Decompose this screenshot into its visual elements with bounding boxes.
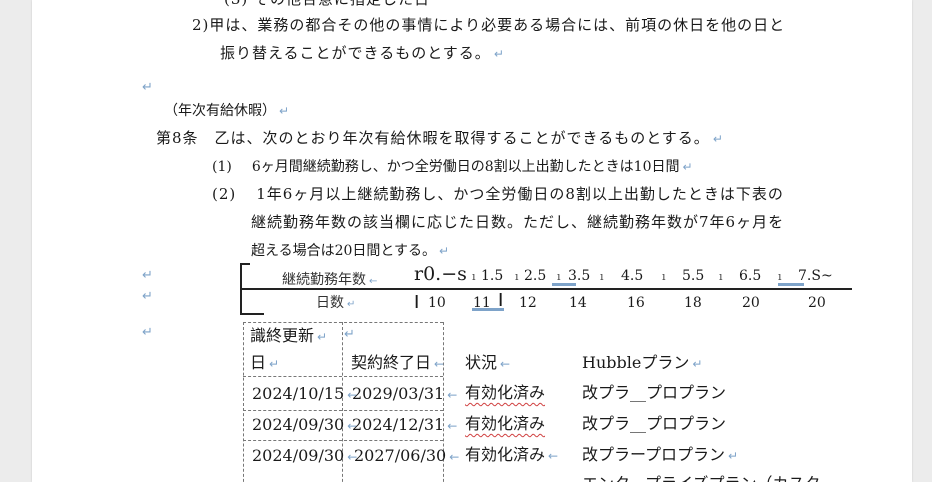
item-1-text: 6ヶ月間継続勤務し、かつ全労働日の8割以上出勤したときは10日間 xyxy=(251,159,680,175)
paragraph-mark-icon: ↵ xyxy=(344,327,355,342)
table-cell-plan-partial: エンタープライズプラン（カスタ← xyxy=(582,470,834,482)
table-cell-plan: 改プラ__プロプラン xyxy=(582,414,727,433)
paragraph-mark-icon: ↵ xyxy=(493,47,505,61)
years-cell: 4.5 xyxy=(621,268,644,284)
paragraph-mark-icon: ↵ xyxy=(142,325,153,340)
paragraph-mark-icon: ↵ xyxy=(142,80,153,95)
highlight-mark xyxy=(778,283,804,286)
table-cell-plan: 改プラ__プロプラン xyxy=(582,383,727,402)
item-2-line-3: 超える場合は20日間とする。 ↵ xyxy=(251,243,450,259)
grid-line xyxy=(243,376,443,377)
header-renewal-date-line2: 日 ↵ xyxy=(250,353,280,372)
section-heading: （年次有給休暇） ↵ xyxy=(164,103,290,119)
days-cell: 20 xyxy=(808,295,826,311)
scan-bar: ǀ xyxy=(498,290,504,311)
paragraph-mark-icon: ↵ xyxy=(142,268,153,283)
table-cell-plan: 改プラープロプラン ↵ xyxy=(582,445,739,464)
article-text: 乙は、次のとおり年次有給休暇を取得することができるものとする。 xyxy=(214,129,710,147)
paragraph-mark-icon: ↵ xyxy=(682,160,693,174)
tab-mark-icon: ← xyxy=(434,357,445,371)
scan-tick: ı xyxy=(600,270,604,283)
days-cell: 18 xyxy=(684,295,702,311)
days-cell: 12 xyxy=(519,295,537,311)
partial-line: (3) その他合意に指定した日 xyxy=(224,0,430,9)
days-cell: 16 xyxy=(627,295,645,311)
grid-line xyxy=(243,410,443,411)
paragraph-mark-icon: ↵ xyxy=(438,244,450,258)
item-1: (1) 6ヶ月間継続勤務し、かつ全労働日の8割以上出勤したときは10日間 ↵ xyxy=(212,156,693,176)
paragraph-mark-icon: ↵ xyxy=(269,357,280,371)
tab-mark-icon: ← xyxy=(449,450,460,464)
years-cell: 7.S~ xyxy=(798,268,833,284)
years-cell: 5.5 xyxy=(682,268,705,284)
table-cell-status: 有効化済み xyxy=(465,383,546,402)
header-end-date: 契約終了日 ← xyxy=(351,353,445,372)
years-cell: 2.5 xyxy=(524,268,547,284)
article-8: 第8条 乙は、次のとおり年次有給休暇を取得することができるものとする。 ↵ xyxy=(156,127,724,148)
table-corner xyxy=(240,313,264,315)
item-1-number: (1) xyxy=(212,159,232,175)
header-renewal-date: 識終更新 ↵ xyxy=(250,326,328,345)
years-cell: 1.5 xyxy=(481,268,504,284)
grid-line xyxy=(243,322,244,482)
paragraph-mark-icon: ↵ xyxy=(317,330,328,344)
table-corner xyxy=(240,263,250,265)
table-row: 2024/09/30 ← xyxy=(252,446,358,465)
table-cell-status: 有効化済み ← xyxy=(465,445,559,464)
days-cell: 20 xyxy=(742,295,760,311)
header-status: 状況 ← xyxy=(465,353,511,372)
table-row: 2024/10/15 ← xyxy=(252,384,358,403)
tab-mark-icon: ← xyxy=(447,388,458,402)
tab-mark-icon: ← xyxy=(500,357,511,371)
header-plan: Hubbleプラン ↵ xyxy=(582,353,703,372)
item-2-number: (2) xyxy=(212,185,237,203)
table-cell-end: 2027/06/30 ← xyxy=(354,446,460,465)
item-2-line-2: 継続勤務年数の該当欄に応じた日数。ただし、継続勤務年数が7年6ヶ月を xyxy=(251,213,785,231)
table-cell-end: 2024/12/31 ← xyxy=(352,415,458,434)
paragraph-mark-icon: ↵ xyxy=(279,104,290,118)
item-2-line-1: 1年6ヶ月以上継続勤務し、かつ全労働日の8割以上出勤したときは下表の xyxy=(256,185,784,203)
paragraph-2-continued: 振り替えることができるものとする。 ↵ xyxy=(220,44,505,62)
scan-tick: ı xyxy=(557,270,561,283)
tab-mark-icon: ← xyxy=(548,449,559,463)
item-2: (2) 1年6ヶ月以上継続勤務し、かつ全労働日の8割以上出勤したときは下表の xyxy=(212,183,784,204)
tab-mark-icon: ← xyxy=(369,276,378,287)
scan-bar: ǀ xyxy=(414,292,420,313)
scan-tick: ı xyxy=(778,270,782,283)
tab-mark-icon: ← xyxy=(447,419,458,433)
article-label: 第8条 xyxy=(156,129,199,147)
days-cell: 14 xyxy=(569,295,587,311)
years-cell: r0.−s xyxy=(414,263,467,285)
paragraph-mark-icon: ↵ xyxy=(728,449,739,463)
paragraph-mark-icon: ↵ xyxy=(347,299,356,310)
paragraph-mark-icon: ↵ xyxy=(142,289,153,304)
highlight-mark xyxy=(552,283,576,286)
row-label-days: 日数 ↵ xyxy=(316,295,356,311)
years-cell: 6.5 xyxy=(739,268,762,284)
table-row: 2024/09/30 ← xyxy=(252,415,358,434)
row-label-years: 継続勤務年数 ← xyxy=(282,272,378,288)
paragraph-mark-icon: ↵ xyxy=(692,357,703,371)
years-cell: 3.5 xyxy=(568,268,591,284)
table-cell-status: 有効化済み xyxy=(465,414,546,433)
paragraph-mark-icon: ↵ xyxy=(712,132,724,146)
days-cell: 10 xyxy=(428,295,446,311)
document-page[interactable]: (3) その他合意に指定した日 2)甲は、業務の都合その他の事情により必要ある場… xyxy=(32,0,912,482)
paragraph-2: 2)甲は、業務の都合その他の事情により必要ある場合には、前項の休日を他の日と xyxy=(192,16,786,34)
days-cell: 11 xyxy=(473,295,491,311)
scan-tick: ı xyxy=(662,270,666,283)
tab-mark-icon: ← xyxy=(824,478,834,482)
grid-line xyxy=(243,440,443,441)
scan-tick: ı xyxy=(515,270,519,283)
scan-tick: ı xyxy=(472,270,476,283)
table-cell-end: 2029/03/31 ← xyxy=(352,384,458,403)
scan-tick: ı xyxy=(719,270,723,283)
